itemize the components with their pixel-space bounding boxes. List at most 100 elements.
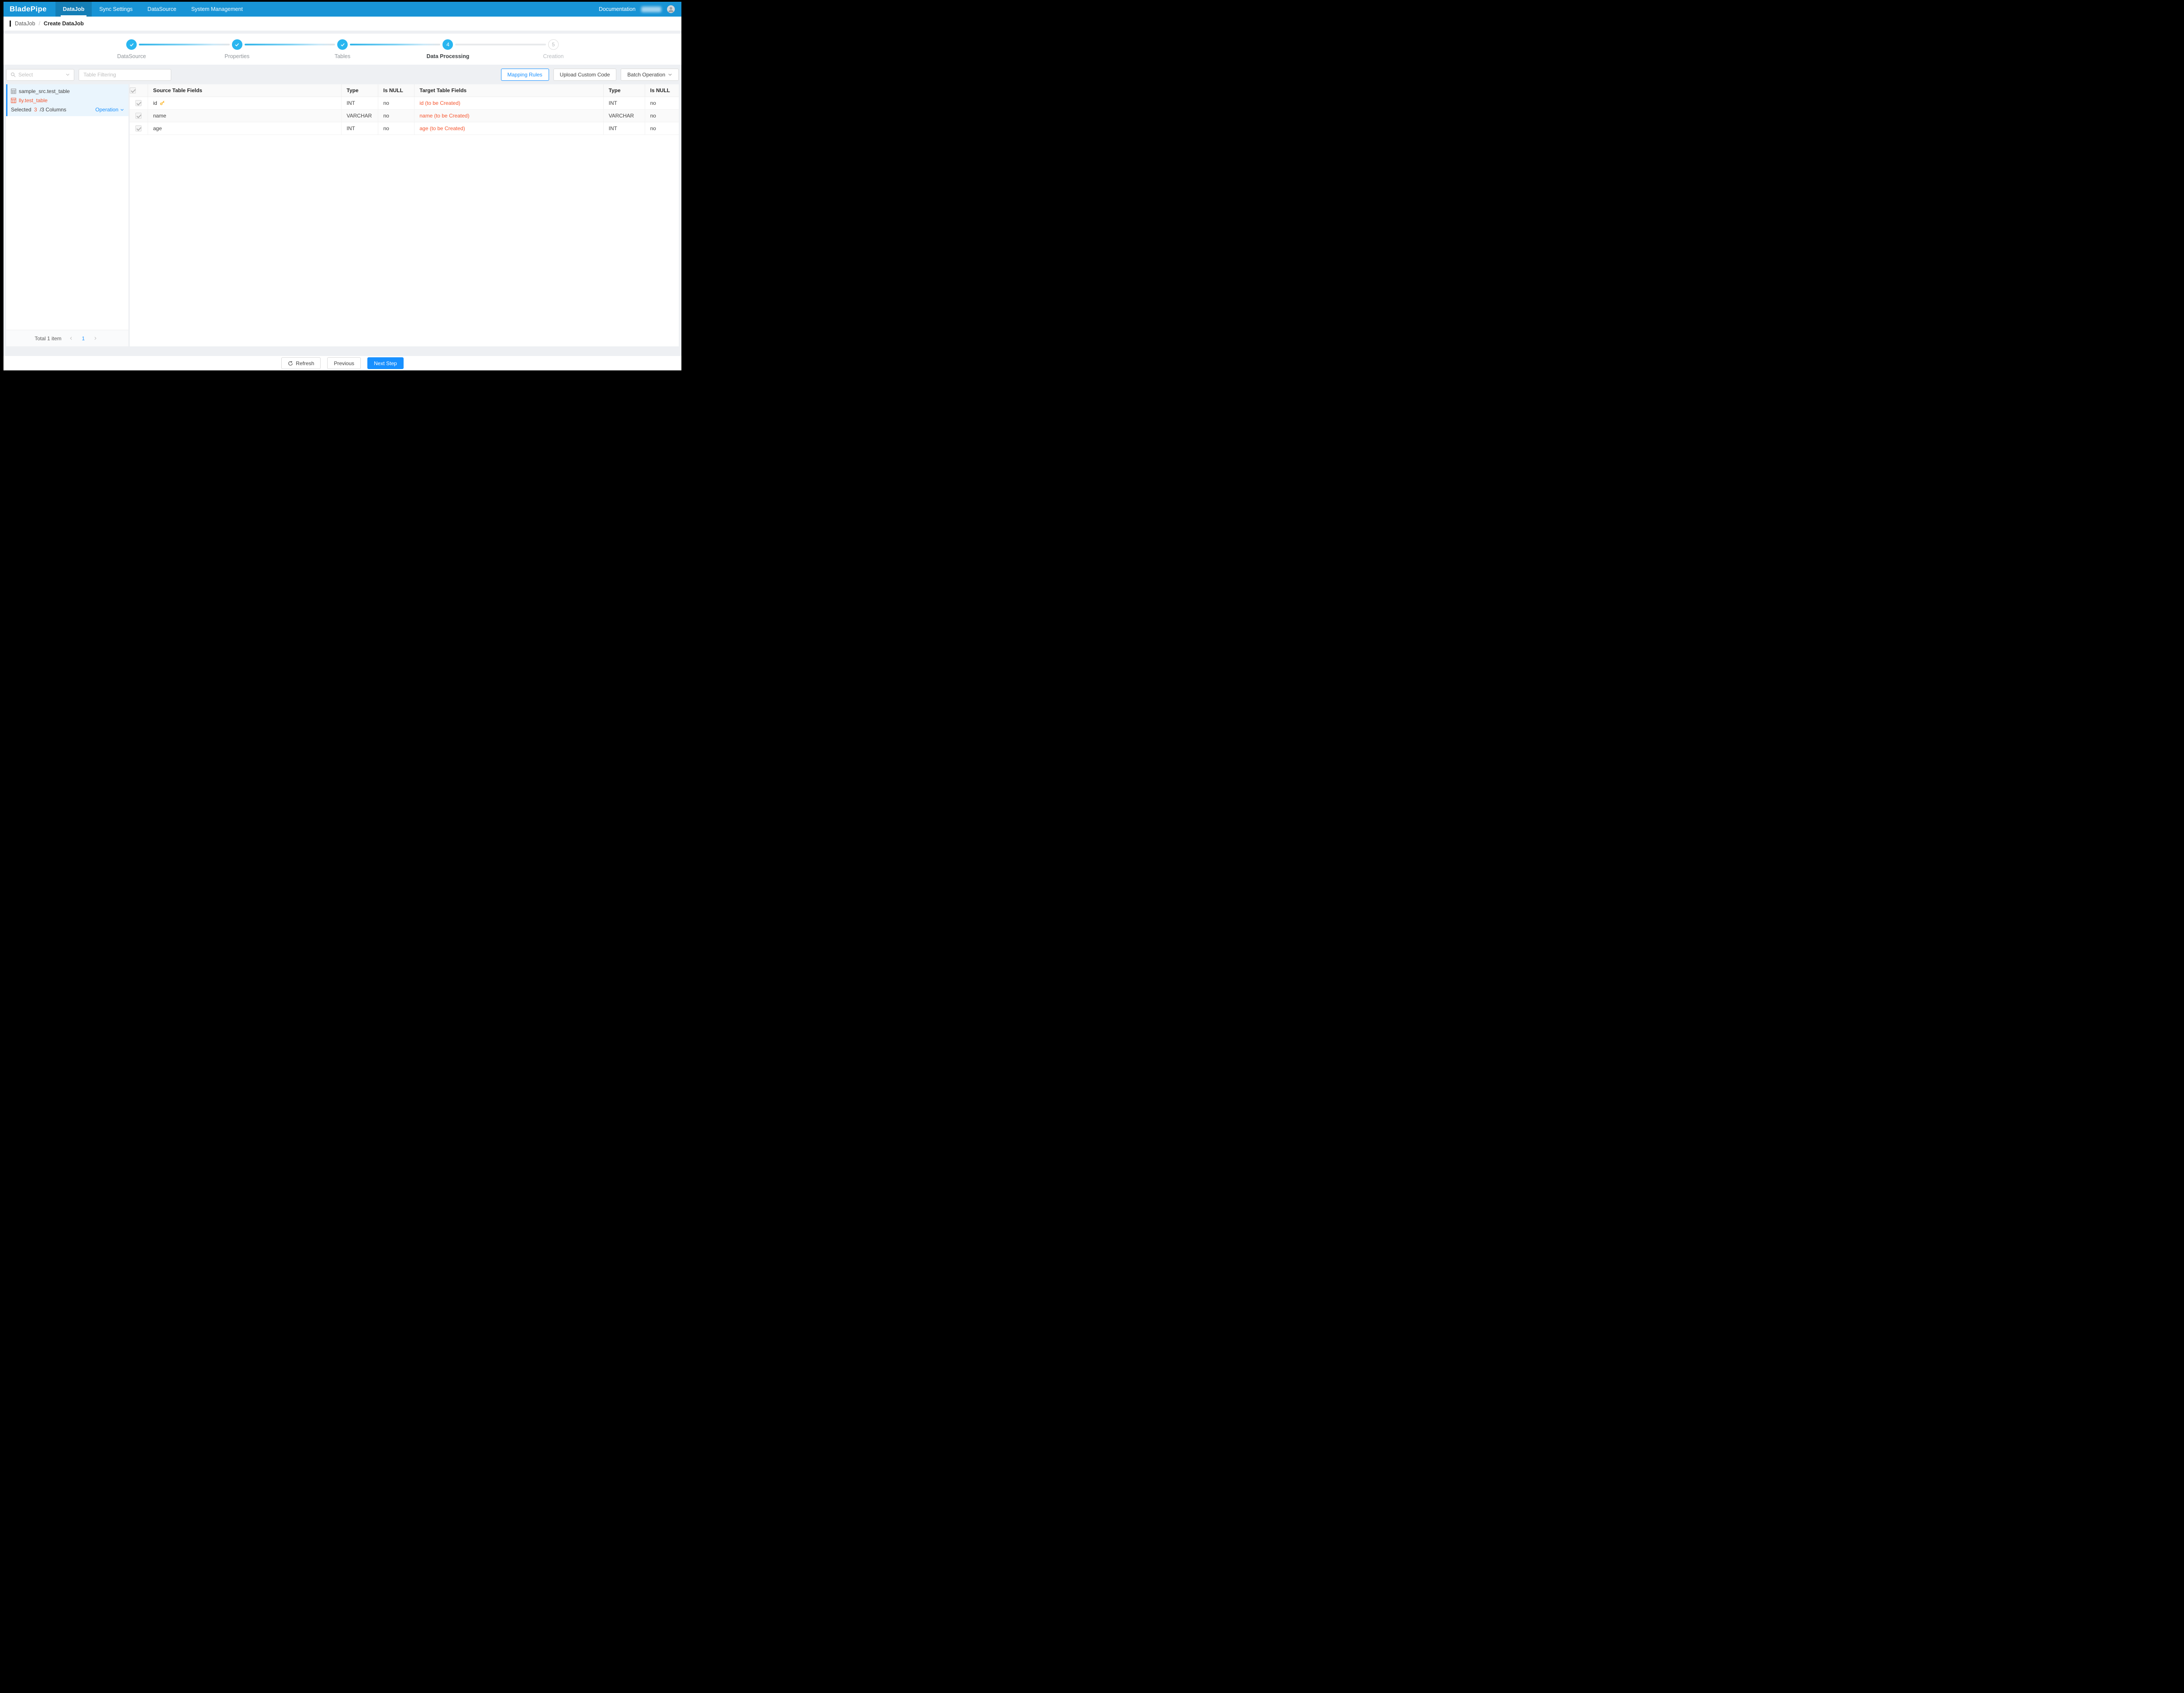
- col-header-source-field: Source Table Fields: [148, 84, 341, 97]
- table-filtering-input[interactable]: [79, 69, 171, 81]
- field-name-name: name: [153, 113, 166, 119]
- row-checkbox[interactable]: [135, 113, 142, 119]
- user-avatar[interactable]: [667, 5, 675, 13]
- field-mapping-panel: Source Table Fields Type Is NULL Target …: [130, 84, 679, 346]
- select-all-checkbox[interactable]: [130, 87, 136, 93]
- target-field: id (to be Created): [414, 97, 603, 109]
- table-row: id INT no id (to be Created) INT no: [130, 97, 679, 109]
- target-field-type: INT: [603, 122, 645, 135]
- step-number-circle: 5: [548, 39, 559, 50]
- avatar-person-icon: [667, 5, 675, 13]
- table-list-item-selected[interactable]: sample_src.test_table lly.test_table Sel…: [6, 84, 128, 116]
- pagination-total: Total 1 item: [35, 335, 61, 342]
- nav-item-system-management[interactable]: System Management: [184, 2, 250, 17]
- toolbar-actions: Mapping Rules Upload Custom Code Batch O…: [501, 69, 679, 81]
- source-table-row: sample_src.test_table: [11, 88, 124, 94]
- stepper-section: DataSource Properties Tables: [3, 34, 681, 65]
- target-field-is-null: no: [645, 97, 679, 109]
- field-is-null: no: [378, 122, 414, 135]
- field-name-id: id: [153, 100, 157, 106]
- table-header-row: Source Table Fields Type Is NULL Target …: [130, 84, 679, 97]
- refresh-icon: [288, 361, 293, 366]
- target-field-is-null: no: [645, 122, 679, 135]
- upload-custom-code-button[interactable]: Upload Custom Code: [553, 69, 617, 81]
- target-field: name (to be Created): [414, 109, 603, 122]
- step-creation: 5 Creation: [501, 39, 606, 59]
- nav-item-sync-settings[interactable]: Sync Settings: [92, 2, 140, 17]
- step-label-tables: Tables: [290, 53, 395, 59]
- field-type: INT: [341, 97, 378, 109]
- target-table-icon: [11, 98, 16, 103]
- table-grid-icon: [11, 89, 16, 94]
- refresh-button[interactable]: Refresh: [281, 357, 321, 369]
- field-name-age: age: [153, 125, 162, 131]
- target-field: age (to be Created): [414, 122, 603, 135]
- app-logo: BladePipe: [3, 2, 55, 17]
- step-label-data-processing: Data Processing: [395, 53, 501, 59]
- col-header-source-null: Is NULL: [378, 84, 414, 97]
- target-field-type: INT: [603, 97, 645, 109]
- top-navbar: BladePipe DataJob Sync Settings DataSour…: [3, 2, 681, 17]
- nav-item-datajob[interactable]: DataJob: [55, 2, 92, 17]
- primary-key-icon: [160, 100, 165, 105]
- table-row: age INT no age (to be Created) INT no: [130, 122, 679, 135]
- source-table-name: sample_src.test_table: [19, 88, 70, 94]
- main-nav: DataJob Sync Settings DataSource System …: [55, 2, 250, 17]
- step-label-properties: Properties: [184, 53, 290, 59]
- selected-label: Selected: [11, 107, 31, 113]
- field-type: INT: [341, 122, 378, 135]
- search-icon: [10, 72, 16, 77]
- step-data-processing: 4 Data Processing: [395, 39, 501, 59]
- select-placeholder: Select: [18, 72, 33, 78]
- chevron-down-icon: [120, 108, 124, 112]
- step-connector: [139, 44, 229, 45]
- step-tables: Tables: [290, 39, 395, 59]
- target-table-name: lly.test_table: [19, 97, 48, 104]
- row-checkbox[interactable]: [135, 100, 142, 106]
- col-header-target-null: Is NULL: [645, 84, 679, 97]
- operation-dropdown-link[interactable]: Operation: [95, 107, 124, 113]
- table-row: name VARCHAR no name (to be Created) VAR…: [130, 109, 679, 122]
- main-content: sample_src.test_table lly.test_table Sel…: [3, 84, 681, 346]
- bladepipe-app: BladePipe DataJob Sync Settings DataSour…: [3, 2, 681, 370]
- operation-label: Operation: [95, 107, 118, 113]
- next-step-button[interactable]: Next Step: [367, 357, 404, 369]
- refresh-label: Refresh: [296, 360, 314, 366]
- footer-action-bar: Refresh Previous Next Step: [3, 356, 681, 370]
- step-done-check-icon: [232, 39, 242, 50]
- selected-count: 3: [34, 107, 37, 113]
- chevron-down-icon: [668, 73, 672, 77]
- table-list-panel: sample_src.test_table lly.test_table Sel…: [6, 84, 128, 346]
- previous-button[interactable]: Previous: [327, 357, 361, 369]
- screenshot-frame: BladePipe DataJob Sync Settings DataSour…: [0, 0, 685, 376]
- col-header-source-type: Type: [341, 84, 378, 97]
- breadcrumb: DataJob / Create DataJob: [3, 17, 681, 31]
- page-number-1[interactable]: 1: [79, 334, 88, 343]
- navbar-right: Documentation: [599, 2, 681, 17]
- nav-item-datasource[interactable]: DataSource: [140, 2, 184, 17]
- target-table-row: lly.test_table: [11, 97, 124, 104]
- step-properties: Properties: [184, 39, 290, 59]
- breadcrumb-parent[interactable]: DataJob: [15, 21, 35, 27]
- table-select-dropdown[interactable]: Select: [6, 69, 74, 81]
- step-connector: [350, 44, 440, 45]
- col-header-target-field: Target Table Fields: [414, 84, 603, 97]
- prev-page-icon[interactable]: [67, 334, 76, 343]
- batch-operation-label: Batch Operation: [627, 72, 665, 78]
- step-number-circle: 4: [442, 39, 453, 50]
- batch-operation-button[interactable]: Batch Operation: [621, 69, 679, 81]
- documentation-link[interactable]: Documentation: [599, 6, 636, 12]
- breadcrumb-accent-bar: [10, 21, 11, 27]
- field-is-null: no: [378, 109, 414, 122]
- next-page-icon[interactable]: [91, 334, 100, 343]
- selected-total: /3 Columns: [40, 107, 66, 113]
- breadcrumb-separator: /: [39, 21, 40, 27]
- row-checkbox[interactable]: [135, 125, 142, 131]
- target-field-is-null: no: [645, 109, 679, 122]
- step-connector: [245, 44, 335, 45]
- selected-columns-text: Selected 3 /3 Columns: [11, 107, 66, 113]
- step-done-check-icon: [126, 39, 137, 50]
- table-item-meta: Selected 3 /3 Columns Operation: [11, 107, 124, 113]
- mapping-rules-button[interactable]: Mapping Rules: [501, 69, 549, 81]
- col-header-target-type: Type: [603, 84, 645, 97]
